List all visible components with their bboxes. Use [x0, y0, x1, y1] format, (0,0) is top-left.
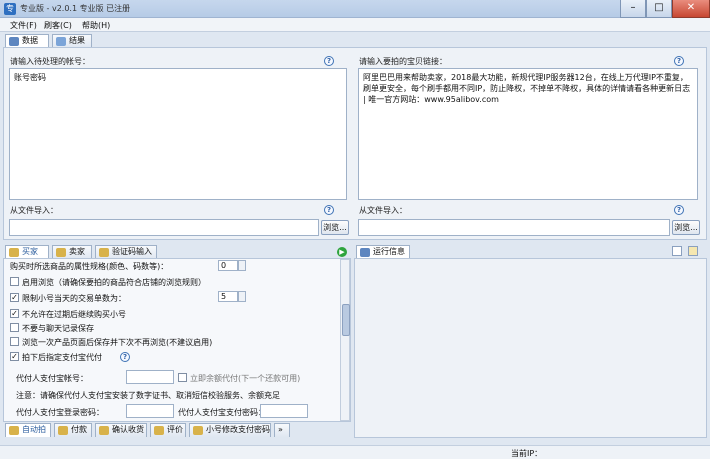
tab-log[interactable]: 运行信息 — [356, 245, 410, 259]
run-icon[interactable]: ▶ — [337, 247, 347, 257]
log-icon — [360, 248, 370, 257]
note-text: 注意：请确保代付人支付宝安装了数字证书、取消短信校验服务、余额充足 — [16, 391, 280, 400]
spinner-arrows-icon[interactable] — [238, 260, 246, 271]
account-import-label: 从文件导入： — [10, 206, 58, 215]
maximize-button[interactable]: □ — [646, 0, 672, 18]
clear-log-icon[interactable] — [672, 246, 682, 256]
more-tabs-label: » — [278, 425, 283, 434]
tab-auto-buy[interactable]: 自动拍 — [5, 423, 51, 437]
tab-seller-label: 卖家 — [69, 247, 85, 256]
link-text: 阿里巴巴用来帮助卖家，2018最大功能，新规代理IP服务器12台，在线上万代理I… — [363, 73, 691, 104]
tab-change-password[interactable]: 小号修改支付密码 — [189, 423, 271, 437]
tab-change-password-label: 小号修改支付密码 — [206, 425, 270, 434]
spec-spinner[interactable]: 0 — [218, 260, 238, 271]
account-input-label: 请输入待处理的帐号： — [10, 57, 90, 66]
data-icon — [9, 37, 19, 46]
log-panel — [354, 258, 707, 438]
link-browse-button[interactable]: 浏览... — [672, 220, 700, 235]
result-icon — [56, 37, 66, 46]
tab-buyer-label: 买家 — [22, 247, 38, 256]
tab-captcha[interactable]: 验证码输入 — [95, 245, 157, 259]
tab-seller[interactable]: 卖家 — [52, 245, 92, 259]
help-icon[interactable]: ? — [324, 56, 334, 66]
edit-log-icon[interactable] — [688, 246, 698, 256]
limit-checkbox[interactable]: ✓ — [10, 293, 19, 302]
seller-icon — [56, 248, 66, 257]
account-browse-button[interactable]: 浏览... — [321, 220, 349, 235]
account-textarea[interactable]: 账号密码 — [9, 68, 347, 200]
settings-scrollbar[interactable] — [340, 259, 350, 421]
auto-buy-icon — [9, 426, 19, 435]
pay-password-input[interactable] — [260, 404, 308, 418]
expire-label: 不允许在过期后继续购买小号 — [22, 310, 126, 319]
balance-checkbox[interactable] — [178, 373, 187, 382]
menu-brush[interactable]: 刷客(C) — [42, 19, 74, 32]
pay-icon — [58, 426, 68, 435]
login-password-label: 代付人支付宝登录密码： — [16, 408, 104, 417]
limit-label: 限制小号当天的交易单数为： — [22, 294, 126, 303]
account-file-input[interactable] — [9, 219, 319, 236]
app-icon: 专 — [4, 3, 16, 15]
tab-review-label: 评价 — [167, 425, 183, 434]
scrollbar-thumb[interactable] — [342, 304, 350, 336]
help-icon[interactable]: ? — [674, 56, 684, 66]
tab-result[interactable]: 结果 — [52, 34, 92, 48]
link-input-label: 请输入要拍的宝贝链接： — [359, 57, 447, 66]
tab-result-label: 结果 — [69, 36, 85, 45]
pay-password-label: 代付人支付宝支付密码： — [178, 408, 266, 417]
menu-help[interactable]: 帮助(H) — [80, 19, 112, 32]
tab-auto-buy-label: 自动拍 — [22, 425, 46, 434]
alipay-checkbox[interactable]: ✓ — [10, 352, 19, 361]
change-password-icon — [193, 426, 203, 435]
title-bar: 专 专业版 - v2.0.1 专业版 已注册 – □ ✕ — [0, 0, 710, 18]
link-textarea[interactable]: 阿里巴巴用来帮助卖家，2018最大功能，新规代理IP服务器12台，在线上万代理I… — [358, 68, 698, 200]
window-title: 专业版 - v2.0.1 专业版 已注册 — [20, 4, 131, 13]
tab-data[interactable]: 数据 — [5, 34, 49, 48]
tab-captcha-label: 验证码输入 — [112, 247, 152, 256]
minimize-button[interactable]: – — [620, 0, 646, 18]
buyer-icon — [9, 248, 19, 257]
login-password-input[interactable] — [126, 404, 174, 418]
more-tabs-button[interactable]: » — [274, 423, 290, 437]
tab-pay-label: 付款 — [71, 425, 87, 434]
expire-checkbox[interactable]: ✓ — [10, 309, 19, 318]
payer-input[interactable] — [126, 370, 174, 384]
limit-spinner[interactable]: 5 — [218, 291, 238, 302]
tab-buyer[interactable]: 买家 — [5, 245, 49, 259]
link-import-label: 从文件导入： — [359, 206, 407, 215]
browse-once-checkbox[interactable] — [10, 337, 19, 346]
link-file-input[interactable] — [358, 219, 670, 236]
chat-checkbox[interactable] — [10, 323, 19, 332]
menu-bar: 文件(F) 刷客(C) 帮助(H) — [0, 18, 710, 32]
current-ip-label: 当前IP： — [511, 449, 543, 458]
tab-data-label: 数据 — [22, 36, 38, 45]
help-icon[interactable]: ? — [324, 205, 334, 215]
review-icon — [154, 426, 164, 435]
alipay-label: 拍下后指定支付宝代付 — [22, 353, 102, 362]
account-text: 账号密码 — [14, 73, 46, 82]
log-title: 运行信息 — [373, 247, 405, 256]
help-icon[interactable]: ? — [674, 205, 684, 215]
tab-review[interactable]: 评价 — [150, 423, 186, 437]
tab-confirm-label: 确认收货 — [112, 425, 144, 434]
tab-pay[interactable]: 付款 — [54, 423, 92, 437]
browse-label: 启用浏览（请确保要拍的商品符合店铺的浏览规则） — [22, 278, 206, 287]
confirm-icon — [99, 426, 109, 435]
spinner-arrows-icon[interactable] — [238, 291, 246, 302]
browse-checkbox[interactable] — [10, 277, 19, 286]
spec-label: 购买时所选商品的属性规格(颜色、码数等)： — [10, 262, 169, 271]
tab-confirm[interactable]: 确认收货 — [95, 423, 147, 437]
captcha-icon — [99, 248, 109, 257]
chat-label: 不要与聊天记录保存 — [22, 324, 94, 333]
menu-file[interactable]: 文件(F) — [8, 19, 39, 32]
balance-label: 立即余额代付(下一个还款可用) — [190, 374, 301, 383]
browse-once-label: 浏览一次产品页面后保存并下次不再浏览(不建议启用) — [22, 338, 213, 347]
help-icon[interactable]: ? — [120, 352, 130, 362]
payer-label: 代付人支付宝帐号： — [16, 374, 88, 383]
close-button[interactable]: ✕ — [672, 0, 710, 18]
status-bar: 当前IP： — [0, 445, 710, 459]
